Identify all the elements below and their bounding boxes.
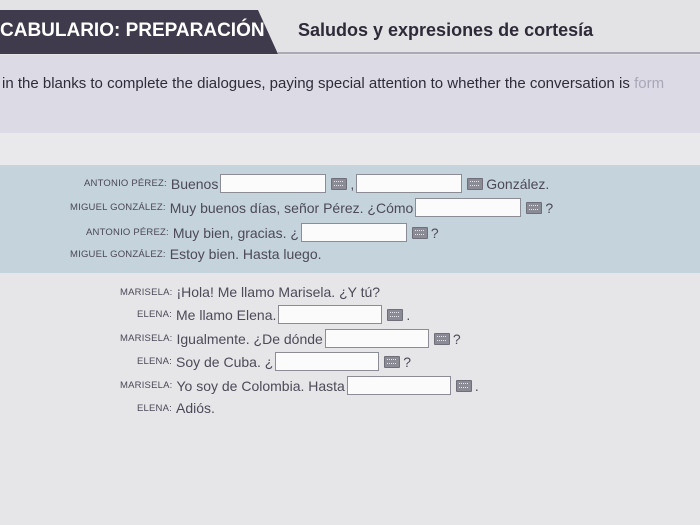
line-text: Yo soy de Colombia. Hasta bbox=[176, 377, 345, 394]
section-subtitle: Saludos y expresiones de cortesía bbox=[298, 20, 594, 40]
blank-input-5[interactable] bbox=[278, 305, 383, 324]
dialogue-2-line-3: Marisela: Igualmente. ¿De dónde ? bbox=[120, 329, 461, 348]
speaker-label: Marisela: bbox=[120, 286, 173, 298]
blank-input-8[interactable] bbox=[346, 376, 451, 395]
keyboard-icon[interactable] bbox=[331, 177, 348, 190]
keyboard-icon[interactable] bbox=[384, 355, 401, 368]
blank-input-7[interactable] bbox=[275, 352, 380, 371]
vocabulary-title: CABULARIO: PREPARACIÓN bbox=[0, 20, 265, 41]
instructions-band: in the blanks to complete the dialogues,… bbox=[0, 55, 700, 133]
line-text-end: González. bbox=[486, 175, 550, 192]
speaker-label: Marisela: bbox=[120, 333, 173, 344]
instructions-text: in the blanks to complete the dialogues,… bbox=[2, 75, 665, 92]
keyboard-icon[interactable] bbox=[455, 379, 472, 392]
question-mark: ? bbox=[452, 330, 461, 347]
blank-input-6[interactable] bbox=[324, 329, 429, 348]
line-text: Muy bien, gracias. ¿ bbox=[172, 224, 299, 241]
speaker-label: Miguel González: bbox=[70, 248, 166, 260]
line-text: Adiós. bbox=[176, 400, 215, 416]
keyboard-icon[interactable] bbox=[387, 308, 404, 321]
dialogue-2-line-6: Elena: Adiós. bbox=[137, 400, 215, 416]
line-text: Igualmente. ¿De dónde bbox=[176, 330, 323, 347]
dialogue-1-line-1: Antonio Pérez: Buenos , González. bbox=[84, 174, 549, 193]
dialogue-2-line-2: Elena: Me llamo Elena. . bbox=[137, 305, 410, 324]
dialogue-2-line-1: Marisela: ¡Hola! Me llamo Marisela. ¿Y t… bbox=[120, 284, 380, 300]
blank-input-3[interactable] bbox=[415, 198, 522, 217]
vocabulary-title-tab: CABULARIO: PREPARACIÓN bbox=[0, 10, 278, 54]
line-text: ¡Hola! Me llamo Marisela. ¿Y tú? bbox=[176, 284, 381, 300]
dialogue-1-line-2: Miguel González: Muy buenos días, señor … bbox=[70, 198, 553, 217]
blank-input-4[interactable] bbox=[300, 223, 407, 242]
speaker-label: Elena: bbox=[137, 309, 172, 320]
subtitle-underline bbox=[278, 52, 700, 54]
keyboard-icon[interactable] bbox=[411, 226, 428, 239]
blank-input-2[interactable] bbox=[356, 174, 463, 193]
speaker-label: Marisela: bbox=[120, 380, 173, 391]
keyboard-icon[interactable] bbox=[433, 332, 450, 345]
speaker-label: Elena: bbox=[137, 402, 172, 414]
speaker-label: Antonio Pérez: bbox=[84, 178, 167, 189]
question-mark: ? bbox=[430, 224, 439, 241]
blank-input-1[interactable] bbox=[220, 174, 327, 193]
period: . bbox=[474, 377, 479, 394]
speaker-label: Elena: bbox=[137, 356, 172, 367]
dialogue-2-line-4: Elena: Soy de Cuba. ¿ ? bbox=[137, 352, 411, 371]
question-mark: ? bbox=[545, 199, 554, 216]
speaker-label: Antonio Pérez: bbox=[86, 227, 169, 238]
dialogue-2-line-5: Marisela: Yo soy de Colombia. Hasta . bbox=[120, 376, 479, 395]
top-header-bar: CABULARIO: PREPARACIÓN Saludos y expresi… bbox=[0, 0, 700, 55]
line-text: Muy buenos días, señor Pérez. ¿Cómo bbox=[169, 199, 414, 216]
keyboard-icon[interactable] bbox=[467, 177, 484, 190]
comma: , bbox=[350, 175, 355, 192]
line-text: Soy de Cuba. ¿ bbox=[176, 353, 274, 370]
line-text: Buenos bbox=[170, 175, 219, 192]
line-text: Estoy bien. Hasta luego. bbox=[169, 246, 322, 262]
line-text: Me llamo Elena. bbox=[176, 306, 277, 323]
keyboard-icon[interactable] bbox=[526, 201, 543, 214]
question-mark: ? bbox=[403, 353, 412, 370]
dialogue-1-line-3: Antonio Pérez: Muy bien, gracias. ¿ ? bbox=[86, 223, 439, 242]
dialogue-1-line-4: Miguel González: Estoy bien. Hasta luego… bbox=[70, 246, 322, 262]
speaker-label: Miguel González: bbox=[70, 202, 166, 213]
period: . bbox=[406, 306, 411, 323]
